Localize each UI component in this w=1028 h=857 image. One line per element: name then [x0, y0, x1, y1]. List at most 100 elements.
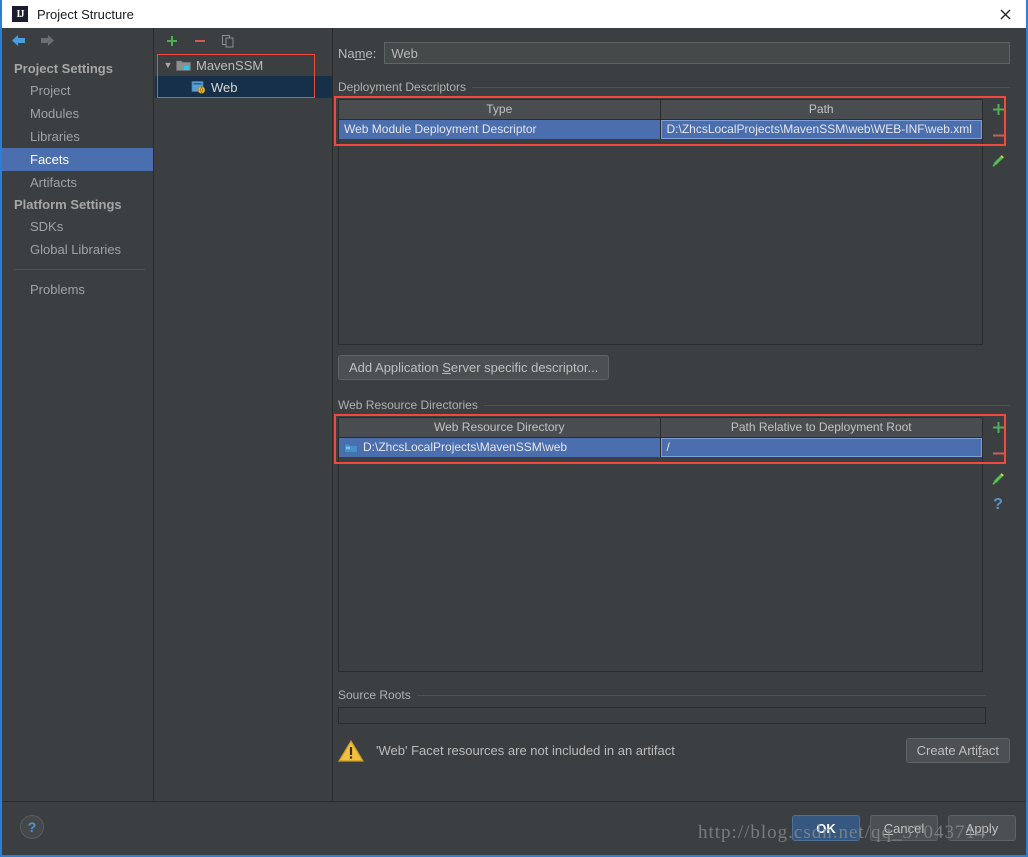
create-artifact-button[interactable]: Create Artifact [905, 738, 1010, 763]
sidebar-item-facets[interactable]: Facets [2, 148, 153, 171]
deployment-table-wrap: Type Path Web Module Deployment Descript… [334, 96, 1010, 345]
add-facet-button[interactable] [165, 34, 179, 48]
minus-icon [195, 40, 205, 42]
arrow-back-glyph [12, 35, 25, 46]
remove-web-resource-button[interactable] [991, 445, 1006, 461]
facets-tree: ▼ MavenSSM Web [155, 54, 332, 98]
settings-sidebar: Project Settings Project Modules Librari… [2, 28, 154, 801]
section-title-text: Web Resource Directories [338, 398, 478, 412]
chevron-down-icon[interactable]: ▼ [160, 60, 176, 70]
table-row[interactable]: D:\ZhcsLocalProjects\MavenSSM\web / [339, 438, 982, 457]
cancel-button[interactable]: Cancel [870, 815, 938, 841]
sidebar-item-sdks[interactable]: SDKs [2, 215, 153, 238]
column-header-web-resource-directory[interactable]: Web Resource Directory [339, 418, 661, 437]
sidebar-item-artifacts[interactable]: Artifacts [2, 171, 153, 194]
edit-web-resource-button[interactable] [990, 471, 1006, 487]
web-resource-directories-table: Web Resource Directory Path Relative to … [338, 417, 983, 672]
module-icon [176, 59, 191, 72]
edit-descriptor-button[interactable] [990, 153, 1006, 169]
copy-facet-button[interactable] [221, 34, 235, 48]
facet-name-input[interactable] [384, 42, 1010, 64]
intellij-logo-icon: IJ [12, 6, 28, 22]
pencil-icon [992, 155, 1004, 167]
add-descriptor-button[interactable] [991, 101, 1006, 117]
sidebar-item-modules[interactable]: Modules [2, 102, 153, 125]
add-server-descriptor-row: Add Application Server specific descript… [338, 355, 1010, 380]
warning-icon [338, 739, 364, 763]
sidebar-item-libraries[interactable]: Libraries [2, 125, 153, 148]
cell-relative-path[interactable]: / [660, 438, 982, 457]
sidebar-item-project[interactable]: Project [2, 79, 153, 102]
column-header-path[interactable]: Path [661, 100, 983, 119]
add-web-resource-button[interactable] [991, 419, 1006, 435]
sidebar-item-global-libraries[interactable]: Global Libraries [2, 238, 153, 261]
facet-detail-panel: Name: Deployment Descriptors Type Path W… [334, 28, 1026, 801]
facets-tree-panel: ▼ MavenSSM Web [155, 28, 333, 801]
deployment-side-buttons [986, 99, 1010, 345]
folder-glyph [344, 443, 358, 453]
tree-node-web[interactable]: Web [155, 76, 332, 98]
name-label: Name: [338, 45, 377, 61]
web-resource-directories-section: Web Resource Directories Web Resource Di… [334, 398, 1010, 672]
section-title: Source Roots [338, 688, 986, 702]
cell-web-resource-directory: D:\ZhcsLocalProjects\MavenSSM\web [339, 438, 661, 457]
source-roots-section: Source Roots [338, 688, 986, 724]
column-header-relative-path[interactable]: Path Relative to Deployment Root [661, 418, 983, 437]
facets-tree-toolbar [155, 28, 332, 54]
close-glyph [1000, 9, 1010, 19]
source-roots-list[interactable] [338, 707, 986, 724]
deployment-descriptors-table: Type Path Web Module Deployment Descript… [338, 99, 983, 345]
artifact-warning-text: 'Web' Facet resources are not included i… [376, 743, 675, 758]
sidebar-item-problems[interactable]: Problems [2, 278, 153, 301]
web-facet-icon [191, 80, 206, 94]
table-header-row: Web Resource Directory Path Relative to … [339, 418, 982, 438]
artifact-warning-row: 'Web' Facet resources are not included i… [338, 738, 1010, 763]
tree-node-label: Web [211, 79, 238, 95]
close-icon[interactable] [984, 0, 1026, 28]
table-row[interactable]: Web Module Deployment Descriptor D:\Zhcs… [339, 120, 982, 139]
window-title: Project Structure [37, 6, 134, 22]
section-title-text: Source Roots [338, 688, 411, 702]
folder-icon [344, 442, 358, 454]
minus-icon [992, 134, 1004, 136]
arrow-back-icon[interactable] [10, 33, 28, 49]
section-title-text: Deployment Descriptors [338, 80, 467, 94]
project-structure-dialog: IJ Project Structure Project Settings Pr… [0, 0, 1028, 857]
warning-glyph [338, 739, 364, 762]
section-rule [416, 694, 986, 696]
column-header-type[interactable]: Type [339, 100, 661, 119]
cell-text: D:\ZhcsLocalProjects\MavenSSM\web [363, 440, 568, 454]
title-bar: IJ Project Structure [2, 0, 1026, 28]
arrow-forward-glyph [41, 35, 54, 46]
ok-button[interactable]: OK [792, 815, 860, 841]
sidebar-list: Project Settings Project Modules Librari… [2, 54, 153, 301]
question-mark-icon: ? [993, 496, 1003, 513]
plus-icon [992, 103, 1004, 115]
web-resource-side-buttons: ? [986, 417, 1010, 672]
help-icon[interactable]: ? [20, 815, 44, 839]
table-empty-area [339, 139, 982, 344]
apply-button[interactable]: Apply [948, 815, 1016, 841]
sidebar-group-project-settings: Project Settings [14, 61, 113, 76]
tree-node-mavenssm[interactable]: ▼ MavenSSM [155, 54, 332, 76]
help-web-resource-button[interactable]: ? [993, 496, 1003, 513]
plus-icon [992, 421, 1004, 433]
remove-descriptor-button[interactable] [991, 127, 1006, 143]
sidebar-divider [14, 269, 145, 270]
cell-descriptor-type: Web Module Deployment Descriptor [339, 120, 661, 139]
arrow-forward-icon[interactable] [38, 33, 56, 49]
cell-descriptor-path: D:\ZhcsLocalProjects\MavenSSM\web\WEB-IN… [660, 120, 982, 139]
tree-node-label: MavenSSM [196, 57, 264, 73]
section-rule [472, 86, 1010, 88]
sidebar-group-platform-settings: Platform Settings [14, 197, 122, 212]
section-rule [483, 404, 1010, 406]
web-facet-glyph [191, 81, 206, 94]
name-row: Name: [334, 28, 1026, 64]
dialog-button-group: OK Cancel Apply [792, 815, 1016, 841]
remove-facet-button[interactable] [193, 34, 207, 48]
table-header-row: Type Path [339, 100, 982, 120]
add-application-server-descriptor-button[interactable]: Add Application Server specific descript… [338, 355, 610, 380]
section-title: Deployment Descriptors [338, 80, 1010, 94]
dialog-footer: ? OK Cancel Apply [2, 801, 1026, 855]
copy-icon [222, 35, 234, 48]
